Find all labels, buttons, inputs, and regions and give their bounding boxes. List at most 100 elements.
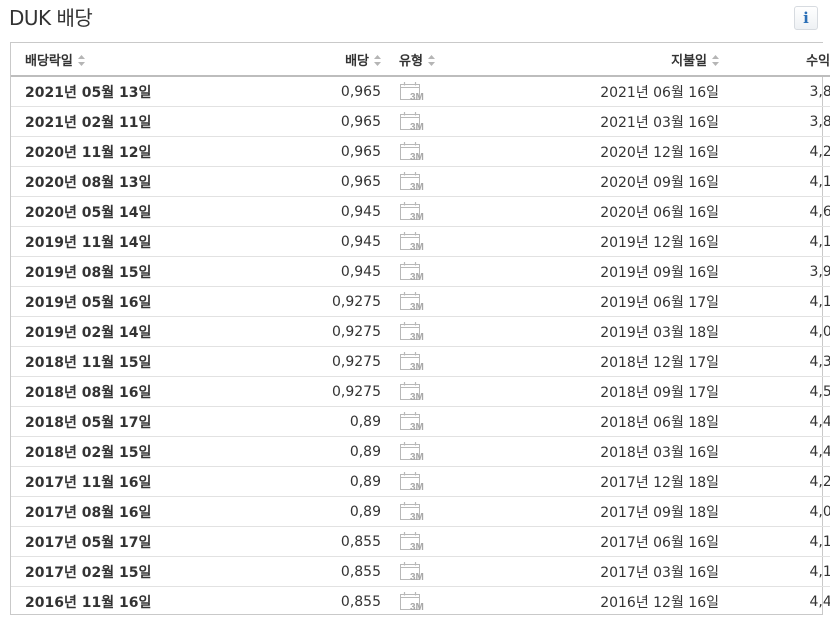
info-icon[interactable]: i [794,6,818,30]
cell-type: 3M [381,166,589,197]
cell-yield: 4,15% [719,556,830,587]
sort-arrows-icon[interactable] [77,54,85,66]
table-row: 2021년 05월 13일0,965 3M 2021년 06월 16일3,80% [11,76,830,107]
cell-pay-date: 2021년 06월 16일 [589,76,719,107]
sort-arrows-icon[interactable] [712,54,719,66]
calendar-icon: 3M [399,171,429,193]
header-pay-date[interactable]: 지불일 [589,43,719,77]
table-row: 2017년 05월 17일0,855 3M 2017년 06월 16일4,11% [11,526,830,557]
calendar-icon: 3M [399,201,429,223]
table-row: 2017년 02월 15일0,855 3M 2017년 03월 16일4,15% [11,556,830,587]
calendar-icon: 3M [399,411,429,433]
cell-dividend: 0,9275 [255,316,381,347]
sort-arrows-icon[interactable] [374,54,381,66]
cell-ex-date: 2018년 08월 16일 [11,376,255,407]
cell-yield: 4,38% [719,346,830,377]
cell-pay-date: 2016년 12월 16일 [600,594,719,611]
cell-type: 3M [381,406,589,437]
cell-pay-date: 2020년 06월 16일 [589,196,719,227]
cell-ex-date: 2020년 11월 12일 [11,136,255,167]
frequency-label: 3M [410,332,424,343]
cell-type: 3M [381,466,589,497]
frequency-label: 3M [410,272,424,283]
frequency-label: 3M [410,212,424,223]
header-dividend[interactable]: 배당 [255,43,381,77]
table-row: 2019년 08월 15일0,945 3M 2019년 09월 16일3,93% [11,256,830,287]
calendar-icon: 3M [399,111,429,133]
cell-yield: 4,12% [719,286,830,317]
cell-yield: 3,80% [719,76,830,107]
cell-yield: 4,05% [719,496,830,527]
cell-type: 3M [381,136,589,167]
frequency-label: 3M [410,152,424,163]
cell-pay-date: 2017년 03월 16일 [589,556,719,587]
calendar-icon: 3M [399,81,429,103]
cell-pay-date: 2019년 09월 16일 [589,256,719,287]
cell-yield: 4,46% [719,436,830,467]
header-pay-date-label: 지불일 [671,53,707,69]
calendar-icon: 3M [399,261,429,283]
cell-dividend: 0,89 [255,496,381,527]
cell-ex-date: 2020년 05월 14일 [11,196,255,227]
cell-ex-date: 2018년 11월 15일 [11,346,255,377]
table-row: 2018년 02월 15일0,89 3M 2018년 03월 16일4,46% [11,436,830,467]
cell-yield: 4,46% [719,406,830,437]
header-ex-date[interactable]: 배당락일 [11,43,255,77]
frequency-label: 3M [410,602,424,613]
cell-ex-date: 2017년 05월 17일 [11,526,255,557]
cell-type: 3M [381,196,589,227]
cell-ex-date: 2019년 11월 14일 [11,226,255,257]
table-row: 2020년 08월 13일0,965 3M 2020년 09월 16일4,17% [11,166,830,197]
cell-type: 3M [381,587,589,617]
cell-dividend: 0,89 [255,466,381,497]
cell-dividend: 0,945 [255,226,381,257]
calendar-icon: 3M [399,231,429,253]
calendar-icon: 3M [399,291,429,313]
frequency-label: 3M [410,242,424,253]
cell-yield: 4,51% [719,376,830,407]
cell-pay-date: 2020년 09월 16일 [589,166,719,197]
frequency-label: 3M [410,362,424,373]
cell-pay-date: 2018년 03월 16일 [589,436,719,467]
frequency-label: 3M [410,452,424,463]
cell-dividend: 0,9275 [255,346,381,377]
cell-dividend: 0,855 [255,556,381,587]
cell-ex-date: 2020년 08월 13일 [11,166,255,197]
cell-pay-date: 2018년 12월 17일 [589,346,719,377]
cell-yield: 4,11% [719,526,830,557]
cell-yield: 3,93% [719,256,830,287]
table-row: 2021년 02월 11일0,965 3M 2021년 03월 16일3,88% [11,106,830,137]
cell-ex-date: 2019년 02월 14일 [11,316,255,347]
header-yield-label: 수익률 [806,53,830,69]
cell-ex-date: 2021년 05월 13일 [11,76,255,107]
cell-dividend: 0,855 [255,526,381,557]
cell-pay-date: 2019년 03월 18일 [589,316,719,347]
header-yield[interactable]: 수익률 [719,43,830,77]
sort-arrows-icon[interactable] [427,54,435,66]
frequency-label: 3M [410,392,424,403]
table-header-row: 배당락일 배당 유형 지불일 수익률 [11,43,830,77]
cell-dividend: 0,89 [255,406,381,437]
table-row: 2020년 05월 14일0,945 3M 2020년 06월 16일4,61% [11,196,830,227]
cell-ex-date: 2017년 08월 16일 [11,496,255,527]
calendar-icon: 3M [399,141,429,163]
calendar-icon: 3M [399,381,429,403]
cell-yield: 4,22% [719,136,830,167]
cell-dividend: 0,965 [255,166,381,197]
cell-pay-date: 2019년 12월 16일 [589,226,719,257]
cell-pay-date: 2017년 09월 18일 [589,496,719,527]
cell-dividend: 0,9275 [255,286,381,317]
dividend-table: 배당락일 배당 유형 지불일 수익률 2021년 05월 13일0,9653M2… [10,42,830,617]
cell-type: 3M [381,376,589,407]
cell-type: 3M [381,526,589,557]
table-row: 2020년 11월 12일0,965 3M 2020년 12월 16일4,22% [11,136,830,167]
calendar-icon: 3M [399,531,429,553]
cell-pay-date: 2018년 06월 18일 [589,406,719,437]
header-type[interactable]: 유형 [381,43,589,77]
cell-dividend: 0,89 [255,436,381,467]
cell-dividend: 0,965 [255,106,381,137]
cell-pay-date: 2021년 03월 16일 [589,106,719,137]
cell-dividend: 0,9275 [255,376,381,407]
page-title: DUK 배당 [9,6,93,30]
cell-ex-date: 2018년 05월 17일 [11,406,255,437]
